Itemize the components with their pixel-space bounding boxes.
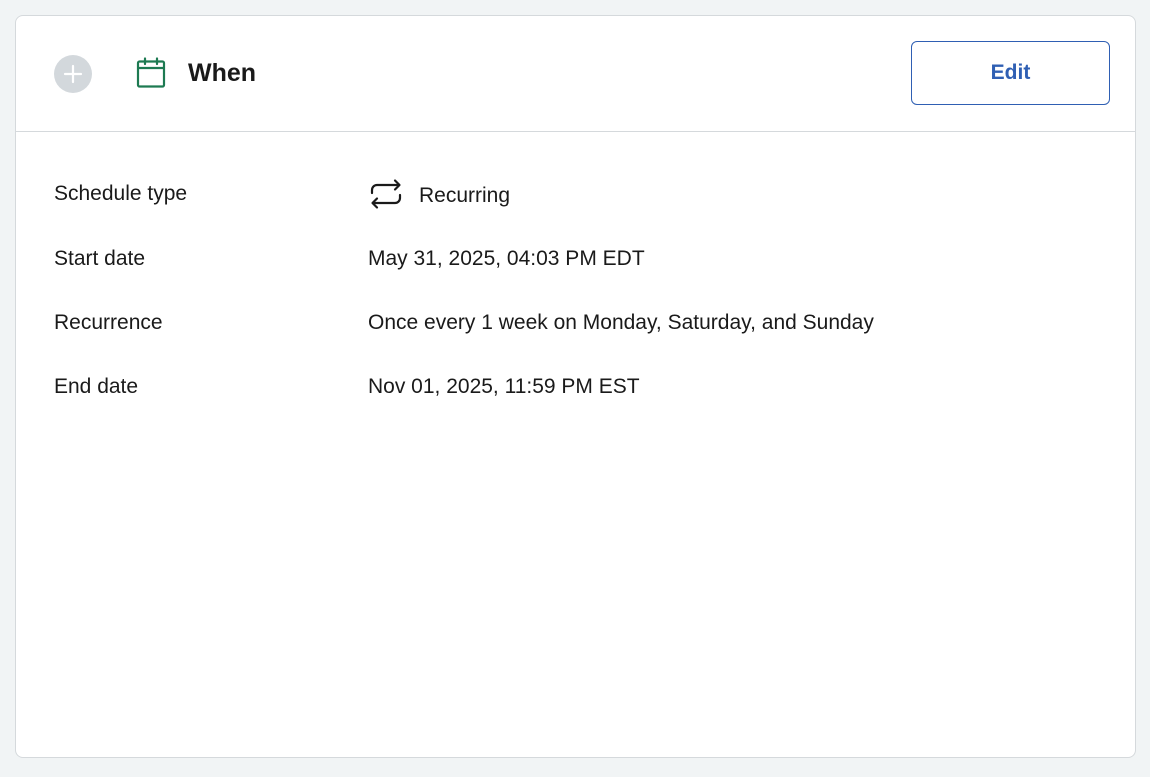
start-date-value: May 31, 2025, 04:03 PM EDT	[368, 247, 645, 270]
schedule-type-label: Schedule type	[54, 182, 188, 205]
schedule-type-text: Recurring	[419, 184, 511, 207]
end-date-label: End date	[54, 375, 139, 398]
recurrence-label: Recurrence	[54, 311, 163, 334]
when-card: When Edit Schedule type Recurring Start …	[15, 15, 1136, 758]
calendar-icon	[136, 57, 166, 88]
end-date-value: Nov 01, 2025, 11:59 PM EST	[368, 375, 640, 398]
schedule-details: Schedule type Recurring Start date May 3…	[54, 164, 1097, 423]
start-date-row: Start date May 31, 2025, 04:03 PM EDT	[54, 231, 1097, 295]
end-date-row: End date Nov 01, 2025, 11:59 PM EST	[54, 359, 1097, 423]
card-title: When	[188, 59, 257, 87]
start-date-label: Start date	[54, 247, 146, 270]
schedule-type-value: Recurring	[368, 179, 511, 212]
repeat-icon	[370, 179, 402, 209]
card-header: When Edit	[16, 16, 1135, 132]
schedule-type-row: Schedule type Recurring	[54, 164, 1097, 231]
recurrence-value: Once every 1 week on Monday, Saturday, a…	[368, 311, 874, 334]
plus-icon	[54, 55, 92, 93]
recurrence-row: Recurrence Once every 1 week on Monday, …	[54, 295, 1097, 359]
edit-button[interactable]: Edit	[911, 41, 1110, 105]
